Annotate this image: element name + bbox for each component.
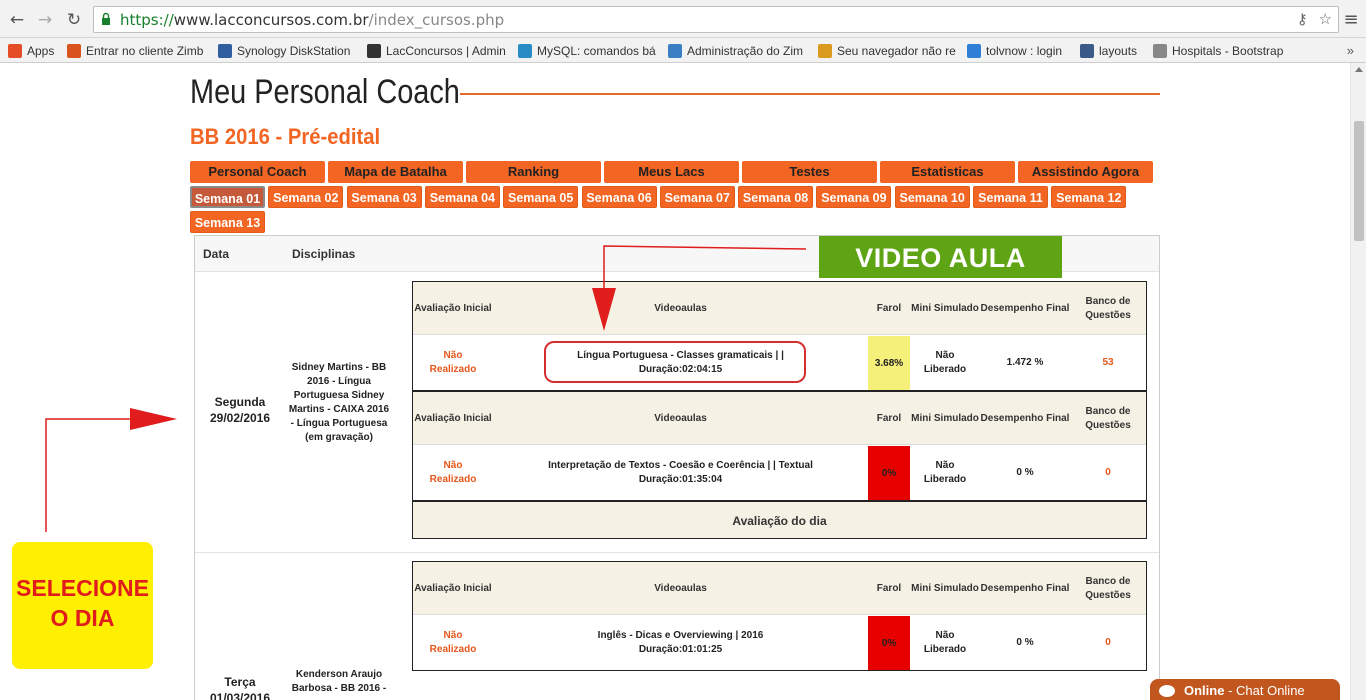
star-icon[interactable]: ☆: [1319, 10, 1332, 28]
page-icon: [1153, 43, 1167, 58]
chat-label: - Chat Online: [1224, 683, 1305, 698]
forward-icon[interactable]: →: [34, 9, 56, 31]
key-icon[interactable]: ⚷: [1297, 10, 1308, 28]
bookmark-item[interactable]: Hospitals - Bootstrap: [1153, 42, 1288, 59]
annotation-arrows: [45, 245, 807, 532]
bookmark-item[interactable]: Entrar no cliente Zimb: [67, 42, 207, 59]
scrollbar[interactable]: [1350, 63, 1366, 700]
zimbra-icon: [67, 43, 81, 58]
bookmark-label: Hospitals - Bootstrap: [1172, 43, 1284, 58]
bookmark-label: MySQL: comandos bá: [537, 43, 656, 58]
menu-icon[interactable]: ≡: [1340, 9, 1362, 31]
w3-icon: [1080, 43, 1094, 58]
scroll-up-icon[interactable]: [1355, 67, 1363, 72]
bookmark-item[interactable]: MySQL: comandos bá: [518, 42, 658, 59]
bookmark-item[interactable]: tolvnow : login: [967, 42, 1071, 59]
lac-icon: [367, 43, 381, 58]
video-arrow-line: [603, 245, 807, 301]
bookmark-label: Administração do Zim: [687, 43, 804, 58]
mysql-icon: [518, 43, 532, 58]
bookmark-item[interactable]: LacConcursos | Admin: [367, 42, 507, 59]
chat-status: Online: [1184, 683, 1225, 698]
bookmark-label: Synology DiskStation: [237, 43, 351, 58]
zimbra-z-icon: [668, 43, 682, 58]
dsm-icon: [218, 43, 232, 58]
chat-bubble-icon: [967, 43, 981, 58]
page-content: Meu Personal Coach BB 2016 - Pré-edital …: [0, 63, 1350, 700]
bookmark-item[interactable]: Seu navegador não re: [818, 42, 958, 59]
address-bar-icons: ⚷ ☆: [1297, 10, 1332, 28]
lock-icon: [102, 12, 110, 25]
bookmark-label: Seu navegador não re: [837, 43, 956, 58]
bookmark-label: layouts: [1099, 43, 1138, 58]
tt-icon: [818, 43, 832, 58]
bookmark-item[interactable]: Synology DiskStation: [218, 42, 358, 59]
bookmark-label: Apps: [27, 43, 55, 58]
apps-grid-icon: [8, 43, 22, 58]
reload-icon[interactable]: ↻: [63, 9, 85, 31]
chat-bubble-icon: [1159, 685, 1175, 697]
bookmarks-bar: Apps Entrar no cliente Zimb Synology DiskS…: [0, 38, 1366, 63]
day-arrow-head: [130, 408, 177, 430]
bookmark-item[interactable]: Administração do Zim: [668, 42, 808, 59]
address-bar[interactable]: https://www.lacconcursos.com.br/index_cu…: [93, 6, 1339, 33]
bookmark-label: tolvnow : login: [986, 43, 1063, 58]
bookmark-item[interactable]: layouts: [1080, 42, 1145, 59]
bookmark-item[interactable]: Apps: [8, 42, 60, 59]
scroll-thumb[interactable]: [1354, 121, 1364, 241]
bookmarks-more-icon[interactable]: »: [1347, 43, 1354, 58]
video-arrow-head: [592, 288, 616, 331]
url-text: https://www.lacconcursos.com.br/index_cu…: [120, 11, 505, 29]
chat-online-button[interactable]: Online - Chat Online: [1150, 679, 1340, 700]
bookmark-label: LacConcursos | Admin: [386, 43, 506, 58]
bookmark-label: Entrar no cliente Zimb: [86, 43, 204, 58]
browser-toolbar: ← → ↻ https://www.lacconcursos.com.br/in…: [0, 0, 1366, 38]
day-arrow-line: [45, 418, 132, 532]
back-icon[interactable]: ←: [6, 9, 28, 31]
